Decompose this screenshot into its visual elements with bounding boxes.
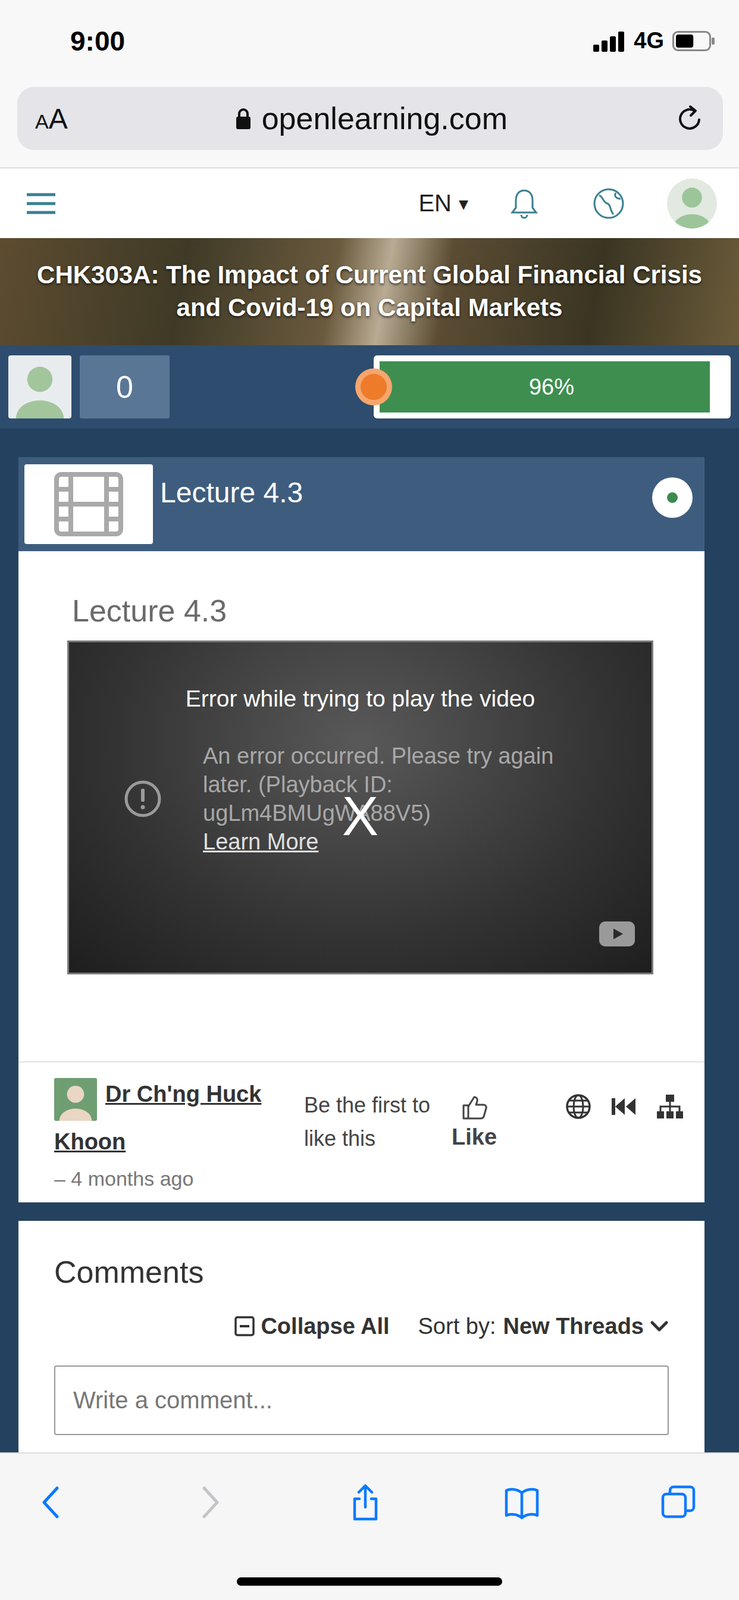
- reload-icon[interactable]: [674, 102, 706, 134]
- lecture-title: Lecture 4.3: [71, 592, 654, 629]
- video-player[interactable]: Error while trying to play the video An e…: [67, 640, 654, 975]
- points-count: 0: [116, 368, 134, 405]
- progress-bar: 96%: [373, 355, 731, 419]
- text-size-button[interactable]: AA: [35, 102, 68, 136]
- sitemap-icon[interactable]: [655, 1093, 685, 1120]
- progress-row: 0 96%: [0, 345, 739, 429]
- forward-arrow-icon: [189, 1482, 228, 1521]
- video-error-title: Error while trying to play the video: [185, 685, 535, 712]
- error-icon: [123, 779, 162, 818]
- lecture-header-title: Lecture 4.3: [160, 464, 303, 509]
- post-time: – 4 months ago: [54, 1166, 305, 1191]
- learn-more-link[interactable]: Learn More: [202, 827, 319, 856]
- completion-dot: [667, 492, 678, 503]
- lecture-card: Lecture 4.3 Lecture 4.3 Error while trying…: [18, 456, 705, 1202]
- comment-input[interactable]: [54, 1364, 669, 1435]
- toolbar-button[interactable]: [659, 1482, 698, 1521]
- film-icon: [52, 470, 125, 538]
- close-overlay[interactable]: X: [342, 784, 379, 848]
- collapse-icon[interactable]: [234, 1315, 255, 1336]
- like-label[interactable]: Like: [451, 1123, 497, 1150]
- user-avatar[interactable]: [667, 178, 717, 229]
- globe-icon[interactable]: [565, 1093, 592, 1120]
- toolbar-button[interactable]: [33, 1482, 72, 1521]
- home-indicator[interactable]: [236, 1576, 503, 1586]
- back-arrow-icon[interactable]: [33, 1482, 72, 1521]
- battery-icon: [672, 30, 716, 52]
- progress-marker: [355, 368, 393, 406]
- address-bar[interactable]: AA openlearning.com: [17, 86, 723, 150]
- like-button[interactable]: Like: [451, 1093, 497, 1150]
- tabs-icon[interactable]: [659, 1482, 698, 1521]
- toolbar-button[interactable]: [502, 1482, 541, 1521]
- author-row: Dr Ch'ng Huck Khoon– 4 months agoBe the …: [18, 1060, 705, 1202]
- lecture-header: Lecture 4.3: [18, 456, 705, 551]
- globe-icon[interactable]: [592, 186, 626, 221]
- lecture-type-box: [24, 464, 153, 544]
- url-text[interactable]: openlearning.com: [261, 100, 508, 137]
- book-icon[interactable]: [502, 1482, 541, 1521]
- skip-back-icon[interactable]: [609, 1093, 638, 1120]
- lecture-body: Lecture 4.3 Error while trying to play th…: [18, 550, 705, 1061]
- collapse-all-label[interactable]: Collapse All: [260, 1313, 390, 1339]
- language-label[interactable]: EN: [418, 189, 452, 217]
- course-banner: CHK303A: The Impact of Current Global Fi…: [0, 238, 739, 346]
- like-summary: Be the first to like this: [304, 1088, 447, 1155]
- site-nav: EN ▾: [0, 168, 739, 239]
- youtube-icon[interactable]: [599, 921, 635, 947]
- clock: 9:00: [70, 24, 125, 58]
- sort-dropdown[interactable]: New Threads: [502, 1313, 669, 1339]
- video-error-message: An error occurred. Please try again late…: [202, 741, 608, 828]
- browser-toolbar: [0, 1451, 739, 1600]
- learner-avatar[interactable]: [8, 355, 72, 419]
- progress-label: 96%: [528, 374, 575, 400]
- sort-value[interactable]: New Threads: [502, 1313, 644, 1339]
- sort-label: Sort by:: [418, 1313, 497, 1339]
- completion-indicator[interactable]: [652, 477, 693, 518]
- comments-heading: Comments: [54, 1253, 669, 1290]
- signal-icon: [593, 30, 626, 52]
- dropdown-arrow-icon[interactable]: ▾: [458, 192, 469, 215]
- points-box: 0: [79, 355, 170, 419]
- lock-icon: [234, 106, 253, 131]
- comments-card: Comments Collapse All Sort by:New Threads: [18, 1220, 705, 1452]
- network-type: 4G: [633, 27, 665, 54]
- thumbs-up-icon[interactable]: [459, 1093, 489, 1121]
- bell-icon[interactable]: [509, 187, 539, 220]
- hamburger-icon[interactable]: [25, 191, 57, 216]
- author-avatar[interactable]: [54, 1077, 97, 1121]
- collapse-all-button[interactable]: Collapse All: [234, 1313, 390, 1339]
- share-icon[interactable]: [346, 1482, 385, 1521]
- chevron-down-icon[interactable]: [649, 1317, 669, 1335]
- course-title: CHK303A: The Impact of Current Global Fi…: [17, 258, 722, 324]
- status-bar: 9:00 4G: [0, 0, 739, 82]
- toolbar-button[interactable]: [346, 1482, 385, 1521]
- toolbar-button: [189, 1482, 228, 1521]
- language-menu[interactable]: EN ▾: [418, 189, 469, 217]
